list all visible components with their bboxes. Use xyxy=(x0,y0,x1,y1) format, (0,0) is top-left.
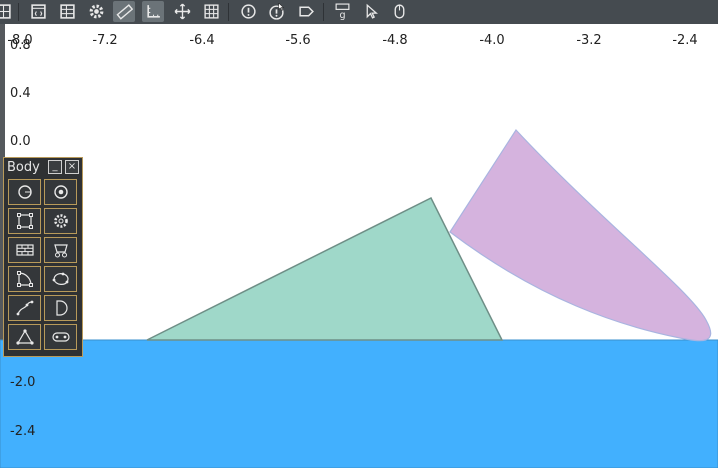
y-tick-label: -2.0 xyxy=(10,375,36,390)
capsule-icon[interactable] xyxy=(44,324,77,350)
brick-wall-icon[interactable] xyxy=(8,237,41,263)
ground-body[interactable] xyxy=(0,339,718,468)
circle-icon[interactable] xyxy=(8,179,41,205)
disc-icon[interactable] xyxy=(44,179,77,205)
blob-icon[interactable] xyxy=(44,266,77,292)
cart-icon[interactable] xyxy=(44,237,77,263)
curve-icon[interactable] xyxy=(8,295,41,321)
body-panel-header[interactable]: Body _ × xyxy=(4,158,82,176)
body-panel[interactable]: Body _ × xyxy=(3,157,83,357)
triangle-nodes-icon[interactable] xyxy=(8,324,41,350)
y-tick-label: -2.4 xyxy=(10,424,36,439)
triangle-body[interactable] xyxy=(146,196,504,341)
half-disc-icon[interactable] xyxy=(44,295,77,321)
minimize-button[interactable]: _ xyxy=(48,160,62,174)
rectangle-icon[interactable] xyxy=(8,208,41,234)
cog-icon[interactable] xyxy=(44,208,77,234)
close-button[interactable]: × xyxy=(65,160,79,174)
panel-title: Body xyxy=(7,159,40,175)
physics-scene[interactable] xyxy=(0,0,718,468)
petal-body[interactable] xyxy=(449,129,712,342)
quarter-circle-icon[interactable] xyxy=(8,266,41,292)
